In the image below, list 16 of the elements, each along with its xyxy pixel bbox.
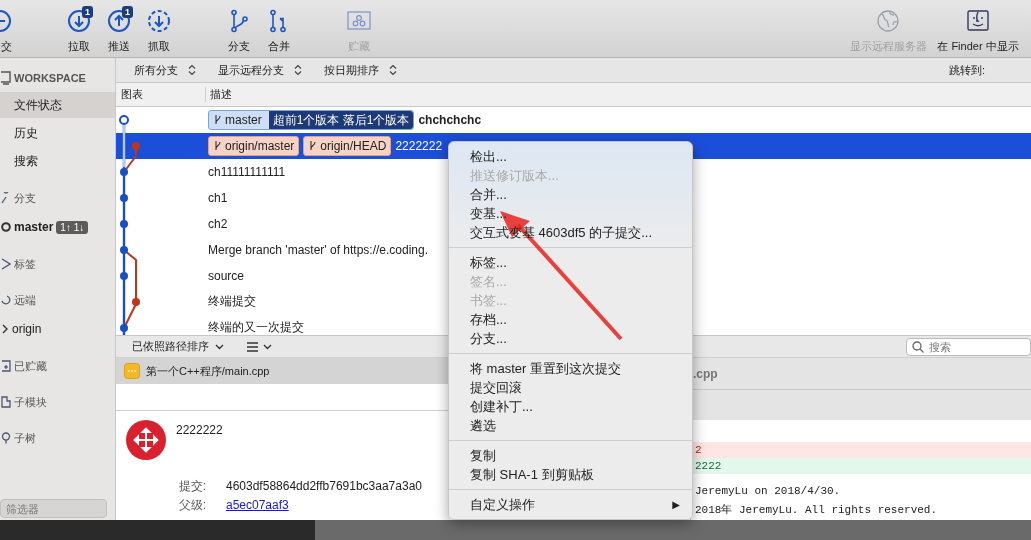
field-label: 提交: [177, 478, 207, 495]
branch-tag: origin/HEAD [303, 136, 392, 156]
jump-label: 跳转到: [948, 62, 985, 78]
ahead-behind-badge: 1↑ 1↓ [56, 220, 89, 234]
section-title: WORKSPACE [14, 72, 86, 84]
branch-tag: origin/master [208, 136, 300, 156]
code-line: JeremyLu on 2018/4/30. [694, 484, 842, 499]
count-badge: 1 [122, 6, 133, 18]
field-label: 父级: [177, 497, 207, 514]
count-badge: 1 [82, 6, 93, 18]
file-name: .cpp [693, 366, 718, 381]
code-line: 2018年 JeremyLu. All rights reserved. [694, 503, 939, 518]
field-value: 4603df58864dd2ffb7691bc3aa7a3a0 [226, 478, 422, 495]
commit-title: 2222222 [176, 423, 223, 437]
branch-tag: master 超前1个版本 落后1个版本 [208, 110, 415, 130]
status-badge: 超前1个版本 落后1个版本 [268, 111, 414, 129]
